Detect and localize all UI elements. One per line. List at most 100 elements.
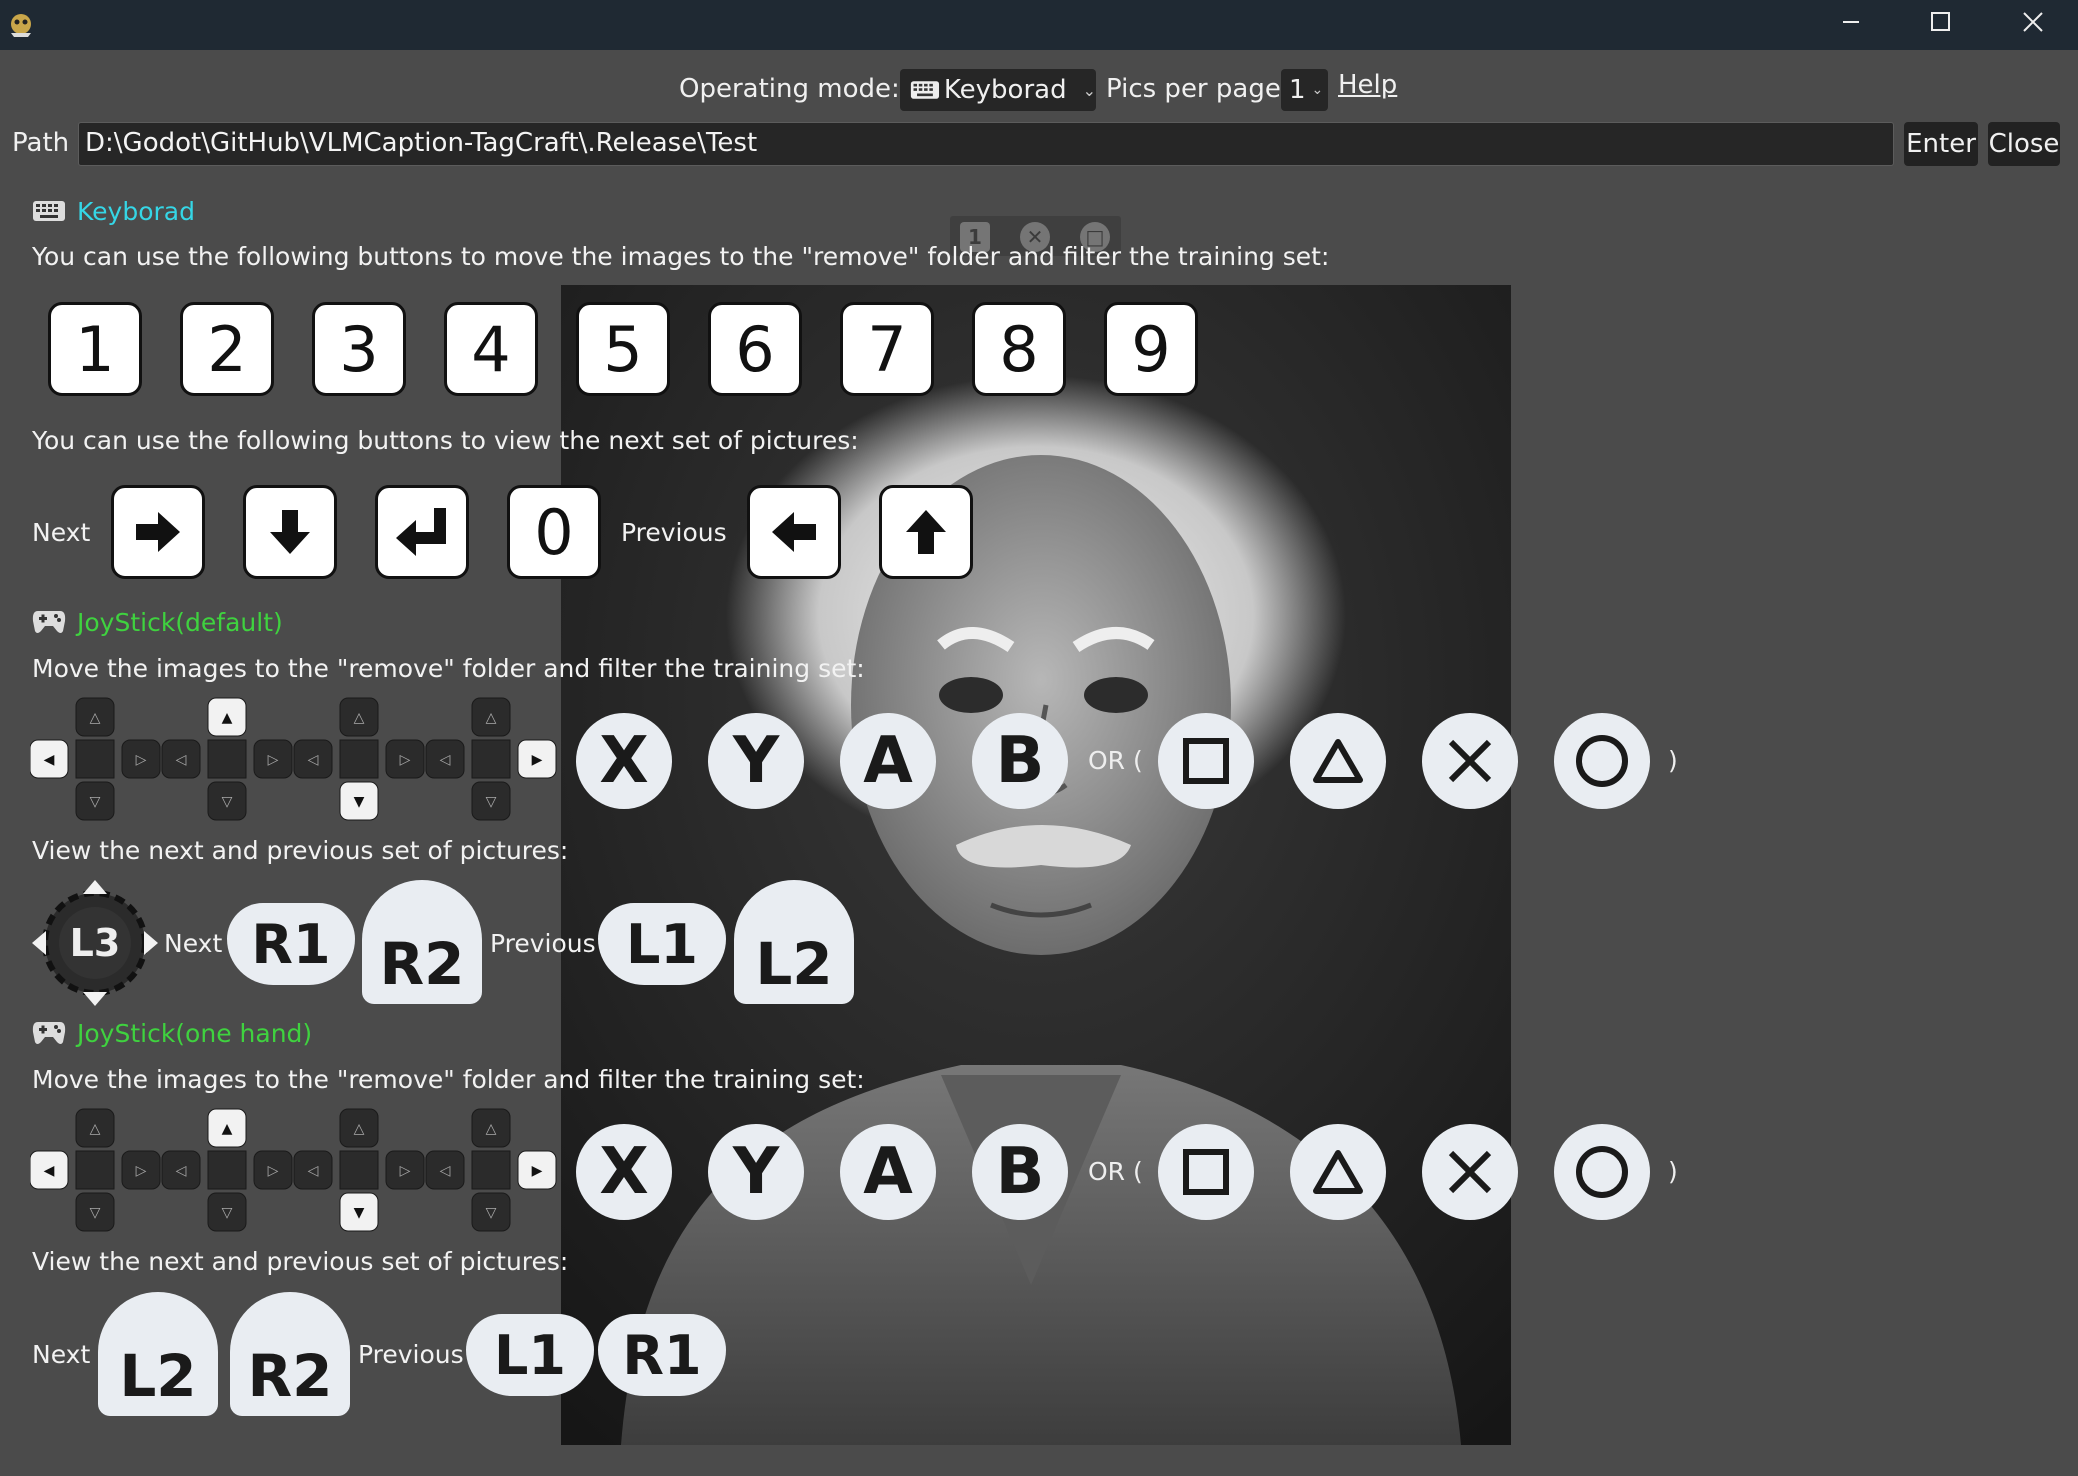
keyboard-icon bbox=[910, 81, 940, 99]
joystick-onehand-remove-instructions: Move the images to the "remove" folder a… bbox=[32, 1065, 865, 1094]
square-button-icon bbox=[1158, 713, 1254, 809]
path-input[interactable]: D:\Godot\GitHub\VLMCaption-TagCraft\.Rel… bbox=[78, 122, 1894, 166]
svg-text:▽: ▽ bbox=[222, 1205, 233, 1221]
chevron-down-icon: ⌄ bbox=[1311, 82, 1324, 98]
joystick-default-title: JoyStick(default) bbox=[77, 608, 283, 637]
face-button-b: B bbox=[972, 713, 1068, 809]
arrow-up-key bbox=[879, 485, 973, 579]
svg-text:▼: ▼ bbox=[354, 1205, 365, 1221]
pics-per-page-select[interactable]: 1 ⌄ bbox=[1281, 69, 1328, 111]
title-bar bbox=[0, 0, 2078, 50]
enter-return-icon bbox=[396, 508, 446, 556]
key-4: 4 bbox=[444, 302, 538, 396]
triangle-button-icon bbox=[1290, 1124, 1386, 1220]
path-label: Path bbox=[12, 128, 70, 158]
svg-text:▶: ▶ bbox=[532, 752, 543, 768]
key-1: 1 bbox=[48, 302, 142, 396]
svg-text:△: △ bbox=[354, 710, 365, 726]
keyboard-icon bbox=[33, 201, 65, 221]
svg-text:◁: ◁ bbox=[176, 1163, 187, 1179]
arrow-right-icon bbox=[136, 512, 180, 552]
preview-image[interactable] bbox=[561, 285, 1511, 1445]
svg-text:▽: ▽ bbox=[90, 794, 101, 810]
app-logo-icon bbox=[11, 14, 31, 37]
svg-text:◁: ◁ bbox=[440, 1163, 451, 1179]
previous-label: Previous bbox=[490, 929, 596, 958]
close-paren: ) bbox=[1668, 1157, 1678, 1186]
svg-text:▷: ▷ bbox=[268, 1163, 279, 1179]
keyboard-remove-instructions: You can use the following buttons to mov… bbox=[32, 242, 1330, 271]
r2-trigger: R2 bbox=[230, 1292, 350, 1416]
svg-text:▽: ▽ bbox=[90, 1205, 101, 1221]
dpad-group-onehand: △ ▽ ▷ ◀ ▲ ▽ ▷ ◁ △ ▼ ▷ ◁ △ ▽ ▶ ◁ bbox=[30, 1108, 557, 1232]
help-link[interactable]: Help bbox=[1338, 70, 1397, 100]
next-label: Next bbox=[32, 1340, 91, 1369]
cross-button-icon bbox=[1422, 713, 1518, 809]
l1-button: L1 bbox=[598, 903, 726, 985]
xbox-face-buttons-onehand: X Y A B bbox=[576, 1124, 1068, 1220]
operating-mode-value: Keyborad bbox=[943, 75, 1067, 105]
gamepad-icon bbox=[32, 611, 66, 633]
face-button-x: X bbox=[576, 1124, 672, 1220]
gamepad-icon bbox=[32, 1022, 66, 1044]
arrow-left-key bbox=[747, 485, 841, 579]
svg-text:▽: ▽ bbox=[222, 794, 233, 810]
l3-stick-icon: L3 bbox=[32, 880, 158, 1006]
svg-text:▶: ▶ bbox=[532, 1163, 543, 1179]
face-button-y: Y bbox=[708, 1124, 804, 1220]
key-2: 2 bbox=[180, 302, 274, 396]
l2-trigger: L2 bbox=[98, 1292, 218, 1416]
face-button-a: A bbox=[840, 1124, 936, 1220]
minimize-button[interactable] bbox=[1806, 0, 1896, 44]
or-label: OR ( bbox=[1088, 1157, 1143, 1186]
operating-mode-label: Operating mode: bbox=[679, 74, 900, 104]
maximize-icon bbox=[1931, 12, 1950, 31]
key-5: 5 bbox=[576, 302, 670, 396]
operating-mode-select[interactable]: Keyborad ⌄ bbox=[900, 69, 1096, 111]
svg-text:◁: ◁ bbox=[440, 752, 451, 768]
svg-text:▷: ▷ bbox=[268, 752, 279, 768]
key-3: 3 bbox=[312, 302, 406, 396]
close-paren: ) bbox=[1668, 746, 1678, 775]
svg-text:◀: ◀ bbox=[44, 752, 55, 768]
triangle-button-icon bbox=[1290, 713, 1386, 809]
minimize-icon bbox=[1843, 21, 1859, 23]
svg-text:△: △ bbox=[90, 1121, 101, 1137]
l1-button: L1 bbox=[466, 1314, 594, 1396]
xbox-face-buttons-default: X Y A B bbox=[576, 713, 1068, 809]
close-window-button[interactable] bbox=[1988, 0, 2078, 44]
joystick-default-nav-instructions: View the next and previous set of pictur… bbox=[32, 836, 569, 865]
key-8: 8 bbox=[972, 302, 1066, 396]
arrow-down-icon bbox=[270, 510, 310, 554]
maximize-button[interactable] bbox=[1896, 0, 1986, 44]
next-label: Next bbox=[32, 518, 91, 547]
svg-text:▷: ▷ bbox=[400, 1163, 411, 1179]
pics-per-page-value: 1 bbox=[1289, 75, 1306, 105]
svg-text:▷: ▷ bbox=[400, 752, 411, 768]
previous-label: Previous bbox=[621, 518, 727, 547]
close-button[interactable]: Close bbox=[1988, 122, 2060, 166]
joystick-onehand-title: JoyStick(one hand) bbox=[77, 1019, 313, 1048]
face-button-a: A bbox=[840, 713, 936, 809]
svg-text:◀: ◀ bbox=[44, 1163, 55, 1179]
square-button-icon bbox=[1158, 1124, 1254, 1220]
next-label: Next bbox=[164, 929, 223, 958]
r1-button: R1 bbox=[598, 1314, 726, 1396]
arrow-down-key bbox=[243, 485, 337, 579]
dpad-group-default: △ ▽ ▷ ◀ ▲ ▽ ▷ ◁ △ ▼ ▷ ◁ △ ▽ ▶ ◁ bbox=[30, 697, 557, 821]
svg-text:▷: ▷ bbox=[136, 752, 147, 768]
joystick-default-remove-instructions: Move the images to the "remove" folder a… bbox=[32, 654, 865, 683]
arrow-left-icon bbox=[772, 512, 816, 552]
enter-button[interactable]: Enter bbox=[1904, 122, 1978, 166]
r2-trigger: R2 bbox=[362, 880, 482, 1004]
joystick-onehand-nav-instructions: View the next and previous set of pictur… bbox=[32, 1247, 569, 1276]
chevron-down-icon: ⌄ bbox=[1082, 80, 1096, 100]
ps-face-buttons-default bbox=[1158, 713, 1650, 809]
zero-key: 0 bbox=[507, 485, 601, 579]
svg-text:▽: ▽ bbox=[486, 1205, 497, 1221]
pics-per-page-label: Pics per page: bbox=[1106, 74, 1290, 104]
arrow-up-icon bbox=[906, 510, 946, 554]
keyboard-section-title: Keyborad bbox=[77, 197, 195, 226]
ps-face-buttons-onehand bbox=[1158, 1124, 1650, 1220]
r1-button: R1 bbox=[227, 903, 355, 985]
